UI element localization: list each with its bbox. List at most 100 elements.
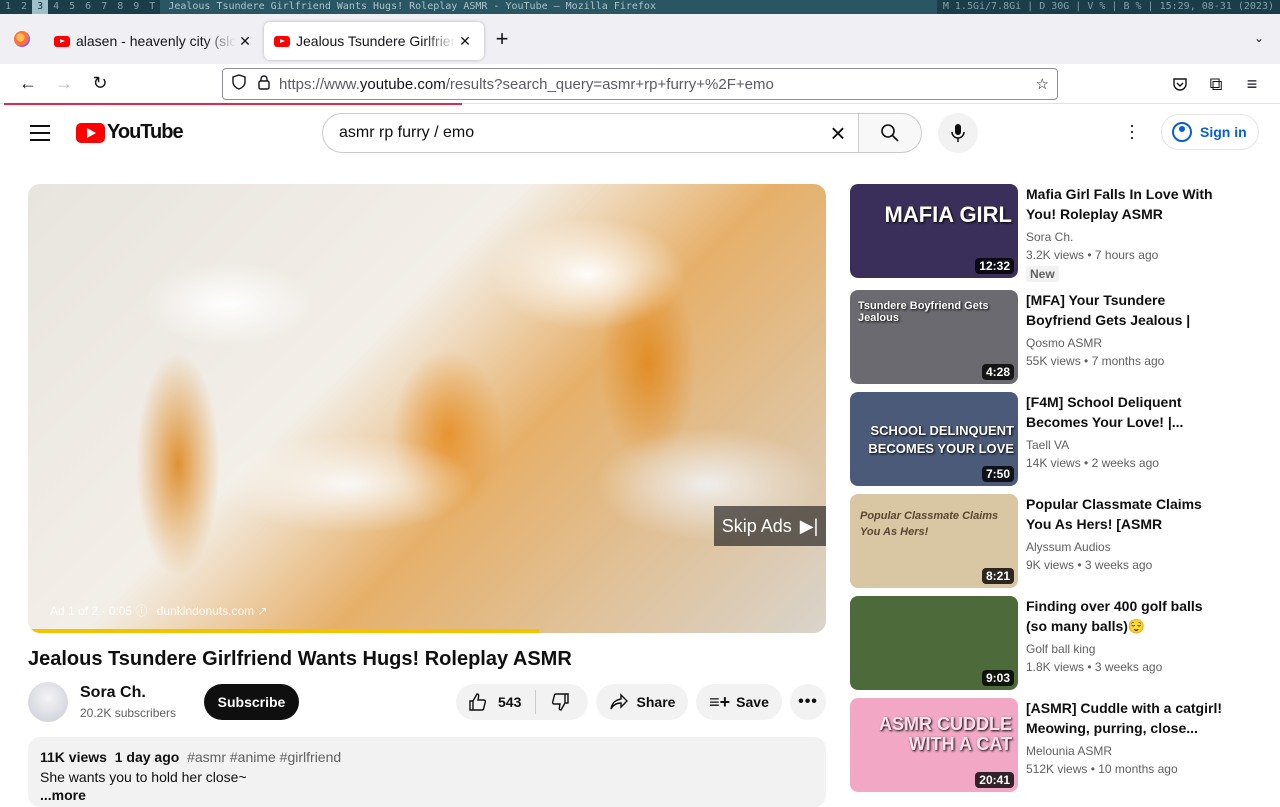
video-thumbnail[interactable]: MAFIA GIRL 12:32 xyxy=(850,184,1018,278)
video-duration: 9:03 xyxy=(981,670,1014,686)
youtube-favicon-icon xyxy=(274,35,290,47)
workspace-7[interactable]: 7 xyxy=(96,0,112,14)
video-thumbnail[interactable]: Popular Classmate Claims You As Hers! 8:… xyxy=(850,494,1018,588)
channel-avatar[interactable] xyxy=(28,682,68,722)
like-button[interactable]: 543 xyxy=(456,690,537,714)
recommendation-title[interactable]: [MFA] Your Tsundere Boyfriend Gets Jealo… xyxy=(1026,290,1226,330)
workspace-4[interactable]: 4 xyxy=(48,0,64,14)
search-query[interactable]: asmr rp furry / emo xyxy=(339,124,818,142)
video-thumbnail[interactable]: 9:03 xyxy=(850,596,1018,690)
list-all-tabs-icon[interactable]: ⌄ xyxy=(1254,31,1264,45)
new-badge: New xyxy=(1026,266,1059,282)
subscribe-button[interactable]: Subscribe xyxy=(204,684,299,720)
reload-button[interactable]: ↻ xyxy=(82,68,118,100)
recommendation-title[interactable]: [ASMR] Cuddle with a catgirl! Meowing, p… xyxy=(1026,698,1226,738)
lock-icon[interactable] xyxy=(257,74,271,94)
recommendation-channel[interactable]: Alyssum Audios xyxy=(1026,540,1111,554)
youtube-header: YouTube asmr rp furry / emo × · · · Sign i… xyxy=(0,106,1280,162)
thumbs-down-icon xyxy=(552,693,570,711)
extensions-icon[interactable]: ⧉ xyxy=(1198,68,1234,100)
recommendation-channel[interactable]: Taell VA xyxy=(1026,438,1069,452)
close-tab-icon[interactable]: ✕ xyxy=(456,33,474,50)
guide-menu-icon[interactable] xyxy=(30,125,50,146)
dislike-button[interactable] xyxy=(536,692,570,712)
share-button[interactable]: Share xyxy=(596,684,688,720)
ad-domain-link[interactable]: dunkindonuts.com xyxy=(157,604,254,618)
workspace-2[interactable]: 2 xyxy=(16,0,32,14)
thumbnail-text: SCHOOL DELINQUENT BECOMES YOUR LOVE xyxy=(868,423,1014,456)
video-thumbnail[interactable]: Tsundere Boyfriend Gets Jealous 4:28 xyxy=(850,290,1018,384)
thumbs-up-icon xyxy=(469,693,487,711)
search-button[interactable] xyxy=(858,113,922,153)
hashtags[interactable]: #asmr #anime #girlfriend xyxy=(187,749,341,765)
video-duration: 4:28 xyxy=(981,364,1014,380)
workspace-T[interactable]: T xyxy=(144,0,160,14)
recommendation-item[interactable]: Popular Classmate Claims You As Hers! 8:… xyxy=(850,494,1230,588)
skip-next-icon: ▶| xyxy=(799,515,819,536)
clear-search-icon[interactable]: × xyxy=(818,118,858,149)
video-thumbnail[interactable]: ASMR CUDDLE WITH A CAT 20:41 xyxy=(850,698,1018,792)
show-more-link[interactable]: ...more xyxy=(40,787,814,803)
youtube-logo[interactable]: YouTube xyxy=(76,121,184,144)
back-button[interactable]: ← xyxy=(10,68,46,100)
channel-name[interactable]: Sora Ch. xyxy=(80,684,146,702)
video-player[interactable]: Skip Ads ▶| Ad 1 of 2 · 0:05 ⓘ dunkindon… xyxy=(28,184,826,633)
recommendation-item[interactable]: SCHOOL DELINQUENT BECOMES YOUR LOVE 7:50… xyxy=(850,392,1230,486)
shield-icon[interactable] xyxy=(231,74,247,94)
recommendation-title[interactable]: Finding over 400 golf balls (so many bal… xyxy=(1026,596,1226,636)
recommendation-meta: 55K views • 7 months ago xyxy=(1026,354,1165,368)
recommendation-channel[interactable]: Melounia ASMR xyxy=(1026,744,1112,758)
like-count: 543 xyxy=(498,694,522,710)
tab-alasen[interactable]: alasen - heavenly city (slowed) ✕ xyxy=(44,22,264,60)
url-bar[interactable]: https://www.youtube.com/results?search_q… xyxy=(222,68,1058,100)
workspace-1[interactable]: 1 xyxy=(0,0,16,14)
more-actions-button[interactable]: ••• xyxy=(790,684,826,720)
pocket-icon[interactable] xyxy=(1162,68,1198,100)
forward-button[interactable]: → xyxy=(46,68,82,100)
sign-in-button[interactable]: Sign in xyxy=(1161,114,1259,150)
recommendation-item[interactable]: 9:03 Finding over 400 golf balls (so man… xyxy=(850,596,1230,690)
bookmark-star-icon[interactable]: ☆ xyxy=(1036,75,1049,93)
settings-menu-icon[interactable]: · · · xyxy=(1122,116,1142,146)
tab-strip: alasen - heavenly city (slowed) ✕ Jealou… xyxy=(0,14,1280,64)
thumbnail-text: Tsundere Boyfriend Gets Jealous xyxy=(858,300,989,324)
firefox-view-icon[interactable] xyxy=(0,14,44,64)
save-button[interactable]: ≡+ Save xyxy=(696,684,782,720)
window-title: Jealous Tsundere Girlfriend Wants Hugs! … xyxy=(160,0,937,14)
recommendation-item[interactable]: MAFIA GIRL 12:32 Mafia Girl Falls In Lov… xyxy=(850,184,1230,282)
url-text[interactable]: https://www.youtube.com/results?search_q… xyxy=(279,76,1036,93)
recommendation-title[interactable]: Mafia Girl Falls In Love With You! Rolep… xyxy=(1026,184,1226,224)
video-duration: 8:21 xyxy=(981,568,1014,584)
close-tab-icon[interactable]: ✕ xyxy=(236,33,254,50)
youtube-favicon-icon xyxy=(54,35,70,47)
tab-jealous-tsundere[interactable]: Jealous Tsundere Girlfriend Wants Hugs! … xyxy=(264,22,484,60)
workspace-9[interactable]: 9 xyxy=(128,0,144,14)
recommendation-title[interactable]: Popular Classmate Claims You As Hers! [A… xyxy=(1026,494,1226,534)
new-tab-button[interactable]: + xyxy=(484,26,520,52)
youtube-play-icon xyxy=(76,122,105,143)
recommendation-channel[interactable]: Sora Ch. xyxy=(1026,230,1073,244)
workspace-3[interactable]: 3 xyxy=(32,0,49,14)
recommendation-title[interactable]: [F4M] School Deliquent Becomes Your Love… xyxy=(1026,392,1226,432)
description-box[interactable]: 11K views 1 day ago #asmr #anime #girlfr… xyxy=(28,737,826,807)
video-thumbnail[interactable]: SCHOOL DELINQUENT BECOMES YOUR LOVE 7:50 xyxy=(850,392,1018,486)
tab-title: Jealous Tsundere Girlfriend Wants Hugs! xyxy=(296,33,456,49)
recommendation-channel[interactable]: Golf ball king xyxy=(1026,642,1095,656)
workspace-list[interactable]: 123456789T xyxy=(0,0,160,14)
video-title: Jealous Tsundere Girlfriend Wants Hugs! … xyxy=(28,648,572,670)
video-stats: 11K views 1 day ago #asmr #anime #girlfr… xyxy=(40,749,342,765)
workspace-5[interactable]: 5 xyxy=(64,0,80,14)
ad-info: Ad 1 of 2 · 0:05 ⓘ dunkindonuts.com ↗ xyxy=(50,604,268,618)
voice-search-button[interactable] xyxy=(938,113,978,153)
app-menu-icon[interactable]: ≡ xyxy=(1234,68,1270,100)
info-icon[interactable]: ⓘ xyxy=(135,604,150,618)
workspace-6[interactable]: 6 xyxy=(80,0,96,14)
search-input[interactable]: asmr rp furry / emo × xyxy=(322,113,858,153)
recommendation-item[interactable]: ASMR CUDDLE WITH A CAT 20:41 [ASMR] Cudd… xyxy=(850,698,1230,792)
search-icon xyxy=(881,124,899,142)
skip-ads-button[interactable]: Skip Ads ▶| xyxy=(714,506,826,546)
page-load-progress xyxy=(4,103,462,105)
workspace-8[interactable]: 8 xyxy=(112,0,128,14)
recommendation-channel[interactable]: Qosmo ASMR xyxy=(1026,336,1102,350)
recommendation-item[interactable]: Tsundere Boyfriend Gets Jealous 4:28 [MF… xyxy=(850,290,1230,384)
